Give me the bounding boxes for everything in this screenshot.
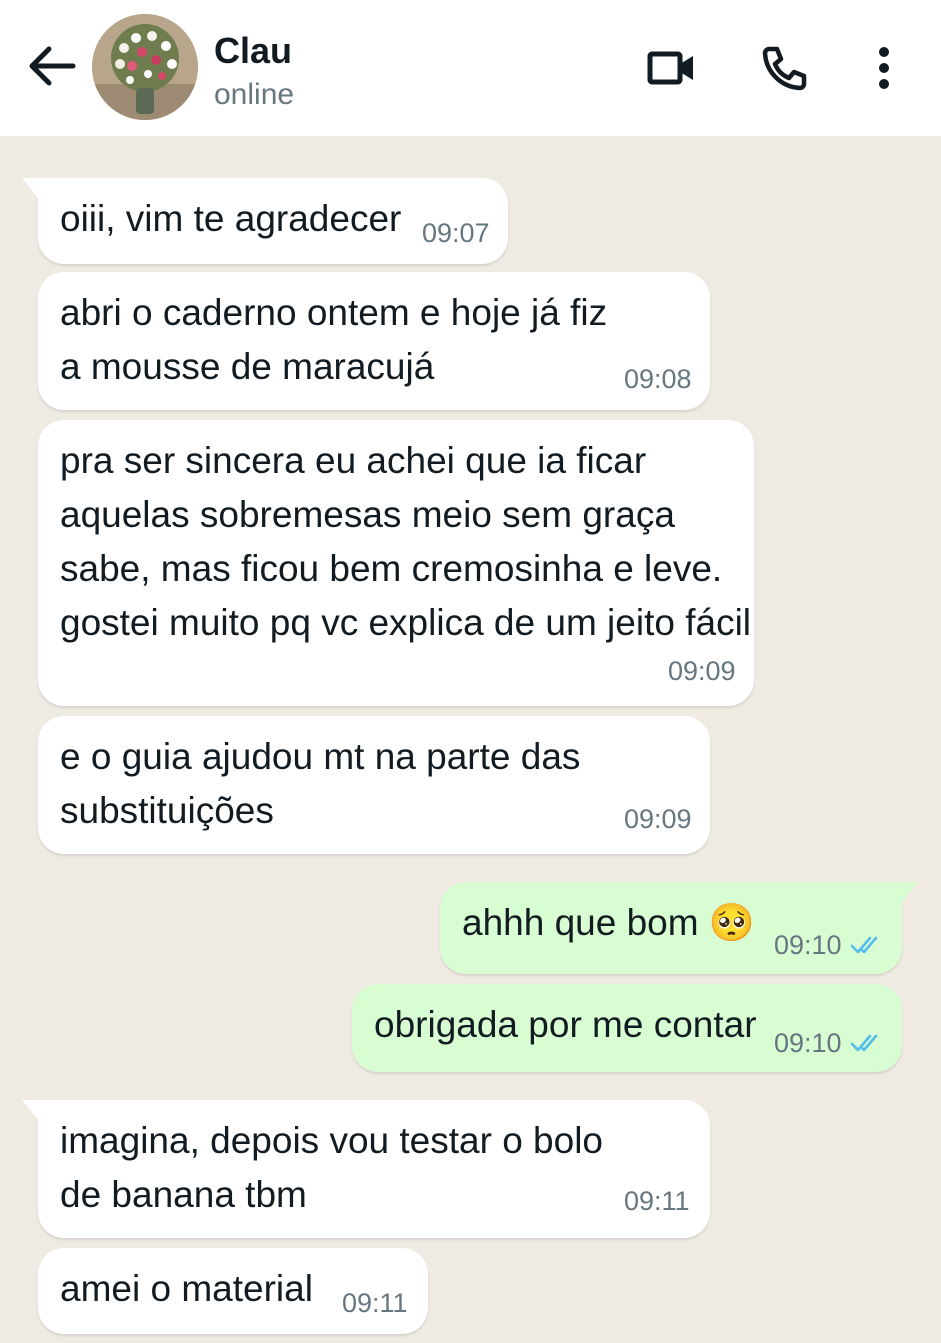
message-text: e o guia ajudou mt na parte das substitu…: [60, 736, 581, 831]
more-vertical-icon: [879, 47, 889, 89]
contact-status: online: [214, 78, 295, 111]
arrow-left-icon: [29, 46, 76, 86]
message-time: 09:08: [624, 364, 692, 394]
menu-button[interactable]: [852, 38, 916, 98]
message-time: 09:11: [342, 1288, 408, 1318]
message-time: 09:07: [422, 218, 490, 248]
chat-area[interactable]: oiii, vim te agradecer 09:07 abri o cade…: [0, 136, 941, 1343]
incoming-message[interactable]: abri o caderno ontem e hoje já fiz a mou…: [38, 272, 710, 410]
message-text: amei o material: [60, 1268, 313, 1309]
message-text: oiii, vim te agradecer: [60, 198, 402, 239]
voice-call-button[interactable]: [752, 38, 816, 98]
incoming-message[interactable]: e o guia ajudou mt na parte das substitu…: [38, 716, 710, 854]
video-call-button[interactable]: [640, 38, 704, 98]
incoming-message[interactable]: oiii, vim te agradecer 09:07: [22, 178, 508, 264]
avatar[interactable]: [92, 14, 198, 120]
incoming-message[interactable]: imagina, depois vou testar o bolo de ban…: [22, 1100, 710, 1238]
outgoing-message[interactable]: obrigada por me contar 09:10: [352, 984, 902, 1072]
message-time: 09:10: [774, 1028, 842, 1058]
message-time: 09:10: [774, 930, 842, 960]
outgoing-message[interactable]: ahhh que bom 🥺 09:10: [440, 882, 918, 974]
back-button[interactable]: [22, 36, 80, 96]
message-time: 09:09: [624, 804, 692, 834]
double-check-read-icon: [850, 936, 878, 954]
message-text: imagina, depois vou testar o bolo de ban…: [60, 1120, 604, 1215]
message-time: 09:09: [668, 656, 736, 686]
phone-call-icon: [762, 46, 807, 91]
chat-header: Clau online: [0, 0, 941, 136]
video-call-icon: [647, 51, 693, 85]
incoming-message[interactable]: amei o material 09:11: [38, 1248, 428, 1334]
message-time: 09:11: [624, 1186, 690, 1216]
message-text: ahhh que bom 🥺: [462, 902, 755, 943]
double-check-read-icon: [850, 1034, 878, 1052]
message-text: abri o caderno ontem e hoje já fiz a mou…: [60, 292, 608, 387]
message-text: pra ser sincera eu achei que ia ficar aq…: [60, 440, 752, 643]
flower-bouquet-image: [92, 14, 198, 120]
incoming-message[interactable]: pra ser sincera eu achei que ia ficar aq…: [38, 420, 754, 706]
contact-name[interactable]: Clau: [214, 30, 292, 72]
message-text: obrigada por me contar: [374, 1004, 757, 1045]
